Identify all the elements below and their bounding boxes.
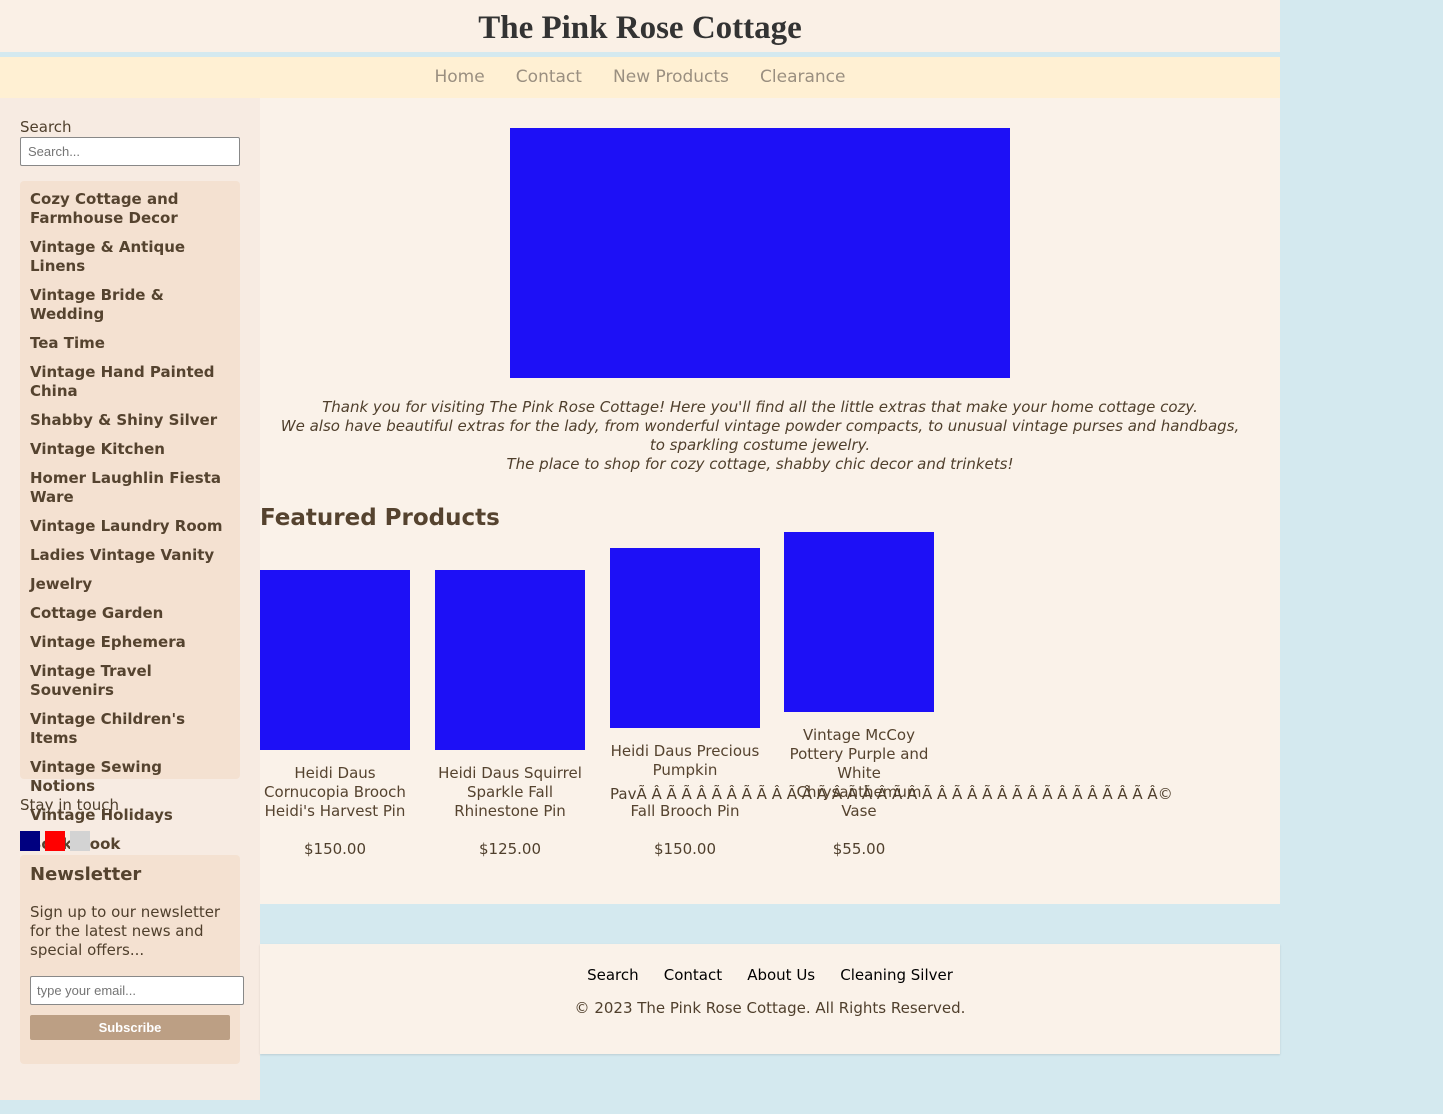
pinterest-icon[interactable] — [45, 831, 65, 851]
newsletter-box: Newsletter Sign up to our newsletter for… — [20, 855, 244, 1064]
footer-contact-link[interactable]: Contact — [664, 966, 722, 985]
product-price: $150.00 — [303, 840, 367, 858]
category-link[interactable]: Jewelry — [30, 575, 230, 594]
product-name[interactable]: Heidi Daus Precious Pumpkin — [610, 742, 760, 780]
search-input[interactable] — [20, 137, 240, 166]
footer-search-link[interactable]: Search — [587, 966, 639, 985]
facebook-icon[interactable] — [20, 831, 40, 851]
search-label: Search — [20, 118, 72, 136]
category-link[interactable]: Vintage Bride & Wedding — [30, 286, 230, 324]
product-name-continued[interactable]: Fall Brooch Pin — [610, 802, 760, 821]
email-icon[interactable] — [70, 831, 90, 851]
featured-products-heading: Featured Products — [260, 505, 500, 531]
subscribe-button[interactable]: Subscribe — [30, 1015, 230, 1040]
category-link[interactable]: Vintage Ephemera — [30, 633, 230, 652]
product-price: $125.00 — [478, 840, 542, 858]
footer-links: Search Contact About Us Cleaning Silver — [260, 965, 1280, 985]
newsletter-email-input[interactable] — [30, 976, 244, 1005]
category-link[interactable]: Cottage Garden — [30, 604, 230, 623]
nav-home-link[interactable]: Home — [435, 57, 485, 98]
newsletter-title: Newsletter — [30, 864, 142, 885]
product-name[interactable]: Heidi Daus Squirrel Sparkle Fall Rhinest… — [435, 764, 585, 821]
product-card[interactable]: Heidi Daus Squirrel Sparkle Fall Rhinest… — [435, 530, 585, 870]
category-link[interactable]: Vintage Travel Souvenirs — [30, 662, 230, 700]
footer-about-link[interactable]: About Us — [747, 966, 815, 985]
category-link[interactable]: Shabby & Shiny Silver — [30, 411, 230, 430]
product-image[interactable] — [784, 532, 934, 712]
hero-image — [510, 128, 1010, 378]
product-name[interactable]: Heidi Daus Cornucopia Brooch Heidi's Har… — [260, 764, 410, 821]
product-card[interactable]: Vintage McCoy Pottery Purple and White C… — [784, 530, 934, 870]
category-link[interactable]: Vintage Laundry Room — [30, 517, 230, 536]
category-list: Cozy Cottage and Farmhouse Decor Vintage… — [20, 181, 240, 853]
stay-in-touch-heading: Stay in touch — [20, 796, 120, 814]
product-card[interactable]: Heidi Daus Precious Pumpkin Fall Brooch … — [610, 530, 760, 870]
category-link[interactable]: Vintage Sewing Notions — [30, 758, 230, 796]
nav-clearance-link[interactable]: Clearance — [760, 57, 845, 98]
site-header: The Pink Rose Cottage — [0, 0, 1280, 52]
nav-contact-link[interactable]: Contact — [516, 57, 582, 98]
copyright-text: © 2023 The Pink Rose Cottage. All Rights… — [574, 999, 966, 1017]
category-link[interactable]: Vintage & Antique Linens — [30, 238, 230, 276]
product-card[interactable]: Heidi Daus Cornucopia Brooch Heidi's Har… — [260, 530, 410, 870]
main-nav: Home Contact New Products Clearance — [0, 57, 1280, 98]
product-price: $150.00 — [653, 840, 717, 858]
category-link[interactable]: Vintage Kitchen — [30, 440, 230, 459]
site-title[interactable]: The Pink Rose Cottage — [0, 0, 1280, 50]
product-image[interactable] — [260, 570, 410, 750]
category-link[interactable]: Cozy Cottage and Farmhouse Decor — [30, 190, 230, 228]
main-content: Thank you for visiting The Pink Rose Cot… — [260, 98, 1280, 904]
product-image[interactable] — [610, 548, 760, 728]
overflowing-product-name-text: PavÃ Â Ã Ã Â Ã Â Ã Ã Â Ã Â Ã Â Ã Ã Â Ã Â… — [610, 785, 1173, 803]
intro-line: We also have beautiful extras for the la… — [280, 417, 1240, 454]
sidebar: Search Cozy Cottage and Farmhouse Decor … — [0, 98, 260, 1100]
product-price: $55.00 — [832, 840, 886, 858]
intro-line: Thank you for visiting The Pink Rose Cot… — [322, 398, 1198, 416]
intro-line: The place to shop for cozy cottage, shab… — [506, 455, 1014, 473]
footer-cleaning-silver-link[interactable]: Cleaning Silver — [840, 966, 953, 985]
product-name[interactable]: Vintage McCoy Pottery Purple and White C… — [784, 726, 934, 821]
category-link[interactable]: Vintage Hand Painted China — [30, 363, 230, 401]
category-link[interactable]: Vintage Children's Items — [30, 710, 230, 748]
nav-new-products-link[interactable]: New Products — [613, 57, 729, 98]
intro-text: Thank you for visiting The Pink Rose Cot… — [280, 398, 1240, 474]
site-footer: Search Contact About Us Cleaning Silver … — [260, 944, 1280, 1054]
product-image[interactable] — [435, 570, 585, 750]
newsletter-text: Sign up to our newsletter for the latest… — [30, 903, 221, 959]
category-link[interactable]: Tea Time — [30, 334, 230, 353]
category-link[interactable]: Homer Laughlin Fiesta Ware — [30, 469, 230, 507]
category-link[interactable]: Ladies Vintage Vanity — [30, 546, 230, 565]
